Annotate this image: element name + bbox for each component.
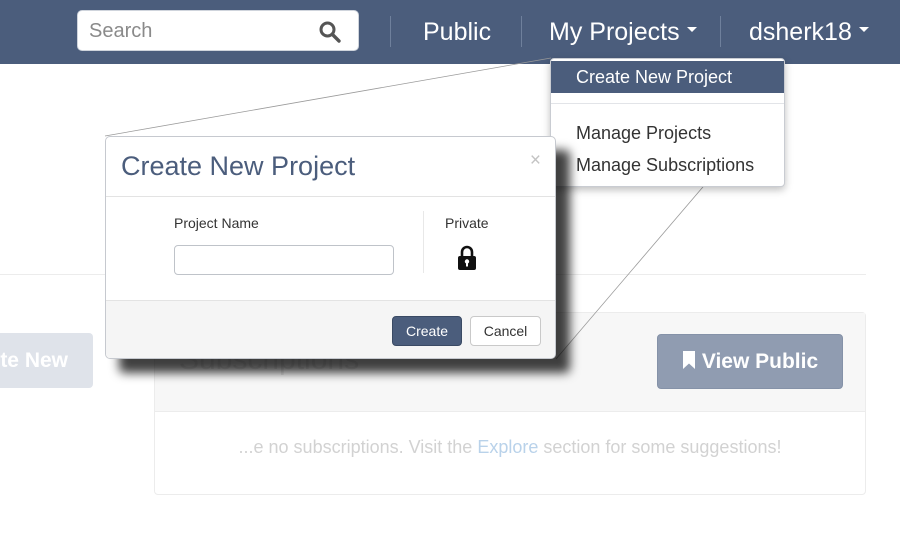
modal-header: Create New Project × (106, 137, 555, 197)
caret-down-icon (858, 26, 869, 32)
dropdown-item-manage-subscriptions[interactable]: Manage Subscriptions (551, 149, 784, 181)
caret-down-icon (686, 26, 697, 32)
dropdown-item-manage-projects[interactable]: Manage Projects (551, 117, 784, 149)
create-button[interactable]: Create (392, 316, 462, 346)
cancel-button[interactable]: Cancel (470, 316, 541, 346)
nav-divider (521, 16, 522, 47)
modal-title: Create New Project (121, 151, 356, 181)
view-public-button[interactable]: View Public (657, 334, 843, 389)
dropdown-divider (551, 103, 784, 104)
subscriptions-empty-message: ...e no subscriptions. Visit the Explore… (155, 437, 865, 458)
search-input[interactable] (89, 19, 309, 43)
explore-link[interactable]: Explore (477, 437, 538, 457)
nav-public-link[interactable]: Public (423, 16, 491, 48)
project-name-label: Project Name (174, 215, 259, 231)
create-project-modal: Create New Project × Project Name Privat… (105, 136, 556, 359)
nav-my-projects-label: My Projects (549, 18, 680, 46)
nav-divider (720, 16, 721, 47)
close-icon[interactable]: × (530, 151, 541, 171)
empty-message-prefix: ...e no subscriptions. Visit the (238, 437, 478, 457)
my-projects-dropdown: Create New Project Manage Projects Manag… (550, 58, 785, 187)
create-new-button[interactable]: te New (0, 333, 93, 388)
view-public-label: View Public (701, 350, 819, 373)
lock-icon[interactable] (457, 245, 477, 271)
modal-footer: Create Cancel (106, 300, 555, 358)
search-icon[interactable] (318, 20, 342, 44)
search-box (77, 10, 359, 51)
bookmark-icon (682, 351, 695, 370)
dropdown-item-create-new-project[interactable]: Create New Project (551, 61, 784, 93)
project-name-input[interactable] (174, 245, 394, 275)
nav-my-projects-toggle[interactable]: My Projects (549, 16, 697, 48)
nav-user-label: dsherk18 (749, 18, 852, 46)
empty-message-suffix: section for some suggestions! (538, 437, 782, 457)
private-label: Private (445, 215, 489, 231)
top-navbar: Public My Projects dsherk18 (0, 0, 900, 64)
modal-field-divider (423, 211, 424, 273)
nav-user-menu-toggle[interactable]: dsherk18 (749, 16, 869, 48)
nav-divider (390, 16, 391, 47)
